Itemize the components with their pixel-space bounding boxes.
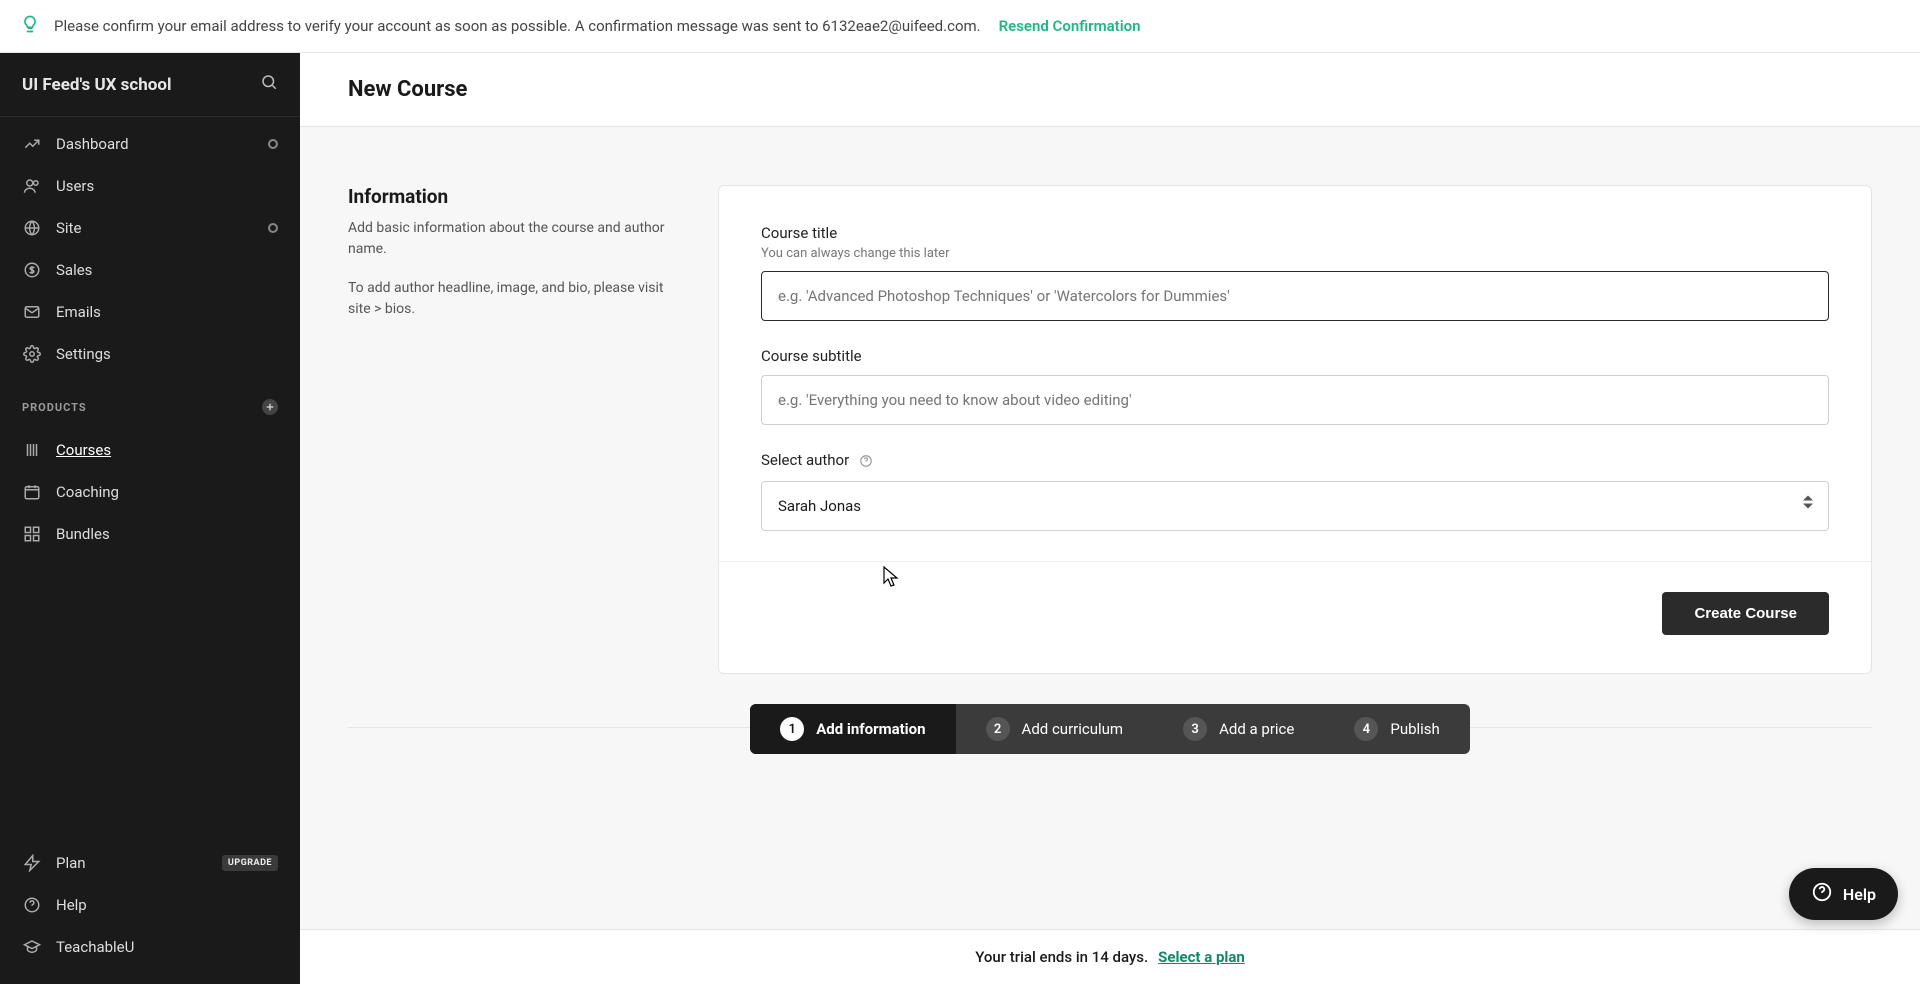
help-fab-label: Help — [1843, 885, 1876, 904]
mail-icon — [22, 303, 42, 321]
trial-bar: Your trial ends in 14 days. Select a pla… — [300, 929, 1920, 984]
nav-products-group: Courses Coaching Bundles — [0, 423, 300, 561]
trend-icon — [22, 135, 42, 153]
step-number: 1 — [780, 717, 804, 741]
course-title-input[interactable] — [761, 271, 1829, 321]
scroll-area[interactable]: Information Add basic information about … — [300, 127, 1920, 929]
step-indicator: 1 Add information 2 Add curriculum 3 Add… — [750, 704, 1470, 754]
step-publish[interactable]: 4 Publish — [1324, 704, 1469, 754]
sidebar-item-settings[interactable]: Settings — [0, 333, 300, 375]
page-title: New Course — [348, 77, 1872, 102]
section-desc-2: To add author headline, image, and bio, … — [348, 278, 688, 320]
step-label: Add curriculum — [1022, 720, 1124, 738]
empty-indicator-icon — [268, 223, 278, 233]
section-heading: Information — [348, 185, 688, 208]
course-title-label: Course title — [761, 224, 1829, 242]
book-icon — [22, 441, 42, 459]
step-label: Publish — [1390, 720, 1439, 738]
sidebar-item-label: Settings — [56, 345, 111, 363]
email-confirmation-banner: Please confirm your email address to ver… — [0, 0, 1920, 53]
help-fab-button[interactable]: Help — [1789, 868, 1898, 920]
sidebar-item-site[interactable]: Site — [0, 207, 300, 249]
banner-text: Please confirm your email address to ver… — [54, 17, 981, 35]
sidebar-item-sales[interactable]: Sales — [0, 249, 300, 291]
step-add-a-price[interactable]: 3 Add a price — [1153, 704, 1324, 754]
gradcap-icon — [22, 938, 42, 956]
calendar-icon — [22, 483, 42, 501]
sidebar-item-dashboard[interactable]: Dashboard — [0, 123, 300, 165]
sidebar-item-label: Bundles — [56, 525, 110, 543]
sidebar-item-label: TeachableU — [56, 938, 134, 956]
nav-bottom-group: Plan UPGRADE Help TeachableU — [0, 836, 300, 984]
sidebar-item-label: Emails — [56, 303, 101, 321]
select-author-label: Select author — [761, 451, 1829, 469]
step-number: 3 — [1183, 717, 1207, 741]
sidebar-item-label: Dashboard — [56, 135, 129, 153]
dollar-icon — [22, 261, 42, 279]
steps-wrap: 1 Add information 2 Add curriculum 3 Add… — [300, 694, 1920, 804]
step-number: 4 — [1354, 717, 1378, 741]
help-fab-icon — [1811, 881, 1833, 907]
users-icon — [22, 177, 42, 195]
sidebar-item-coaching[interactable]: Coaching — [0, 471, 300, 513]
gear-icon — [22, 345, 42, 363]
course-subtitle-label: Course subtitle — [761, 347, 1829, 365]
help-icon — [22, 896, 42, 914]
sidebar-item-bundles[interactable]: Bundles — [0, 513, 300, 555]
content-area: New Course Information Add basic informa… — [300, 53, 1920, 984]
empty-indicator-icon — [268, 139, 278, 149]
products-section-header: PRODUCTS — [0, 381, 300, 423]
sidebar-item-label: Plan — [56, 854, 86, 872]
sidebar-item-label: Courses — [56, 441, 111, 459]
course-info-panel: Course title You can always change this … — [718, 185, 1872, 674]
step-label: Add information — [816, 720, 925, 738]
products-label: PRODUCTS — [22, 401, 87, 414]
course-subtitle-input[interactable] — [761, 375, 1829, 425]
select-plan-link[interactable]: Select a plan — [1158, 948, 1245, 966]
course-title-hint: You can always change this later — [761, 246, 1829, 261]
page-header: New Course — [300, 53, 1920, 127]
sidebar-item-teachableu[interactable]: TeachableU — [0, 926, 300, 968]
sidebar-item-courses[interactable]: Courses — [0, 429, 300, 471]
sidebar-item-label: Coaching — [56, 483, 119, 501]
sidebar-item-help[interactable]: Help — [0, 884, 300, 926]
bolt-icon — [22, 854, 42, 872]
step-number: 2 — [986, 717, 1010, 741]
sidebar: UI Feed's UX school Dashboard Users S — [0, 53, 300, 984]
school-name: UI Feed's UX school — [22, 75, 171, 95]
add-product-button[interactable] — [262, 399, 278, 415]
resend-confirmation-link[interactable]: Resend Confirmation — [999, 17, 1141, 35]
step-label: Add a price — [1219, 720, 1294, 738]
bulb-icon — [20, 14, 40, 38]
trial-text: Your trial ends in 14 days. — [975, 948, 1148, 966]
search-icon[interactable] — [260, 73, 278, 96]
sidebar-item-plan[interactable]: Plan UPGRADE — [0, 842, 300, 884]
create-course-button[interactable]: Create Course — [1662, 592, 1829, 635]
author-select[interactable]: Sarah Jonas — [761, 481, 1829, 531]
sidebar-item-label: Site — [56, 219, 81, 237]
sidebar-header: UI Feed's UX school — [0, 53, 300, 117]
step-add-information[interactable]: 1 Add information — [750, 704, 955, 754]
section-intro: Information Add basic information about … — [348, 185, 688, 674]
sidebar-item-label: Users — [56, 177, 94, 195]
upgrade-badge: UPGRADE — [222, 855, 278, 871]
help-tooltip-icon[interactable] — [859, 454, 873, 468]
sidebar-item-emails[interactable]: Emails — [0, 291, 300, 333]
globe-icon — [22, 219, 42, 237]
sidebar-item-label: Sales — [56, 261, 92, 279]
nav-main-group: Dashboard Users Site Sales — [0, 117, 300, 381]
panel-divider — [719, 561, 1871, 562]
grid-icon — [22, 525, 42, 543]
sidebar-item-users[interactable]: Users — [0, 165, 300, 207]
section-desc-1: Add basic information about the course a… — [348, 218, 688, 260]
sidebar-item-label: Help — [56, 896, 87, 914]
step-add-curriculum[interactable]: 2 Add curriculum — [956, 704, 1154, 754]
